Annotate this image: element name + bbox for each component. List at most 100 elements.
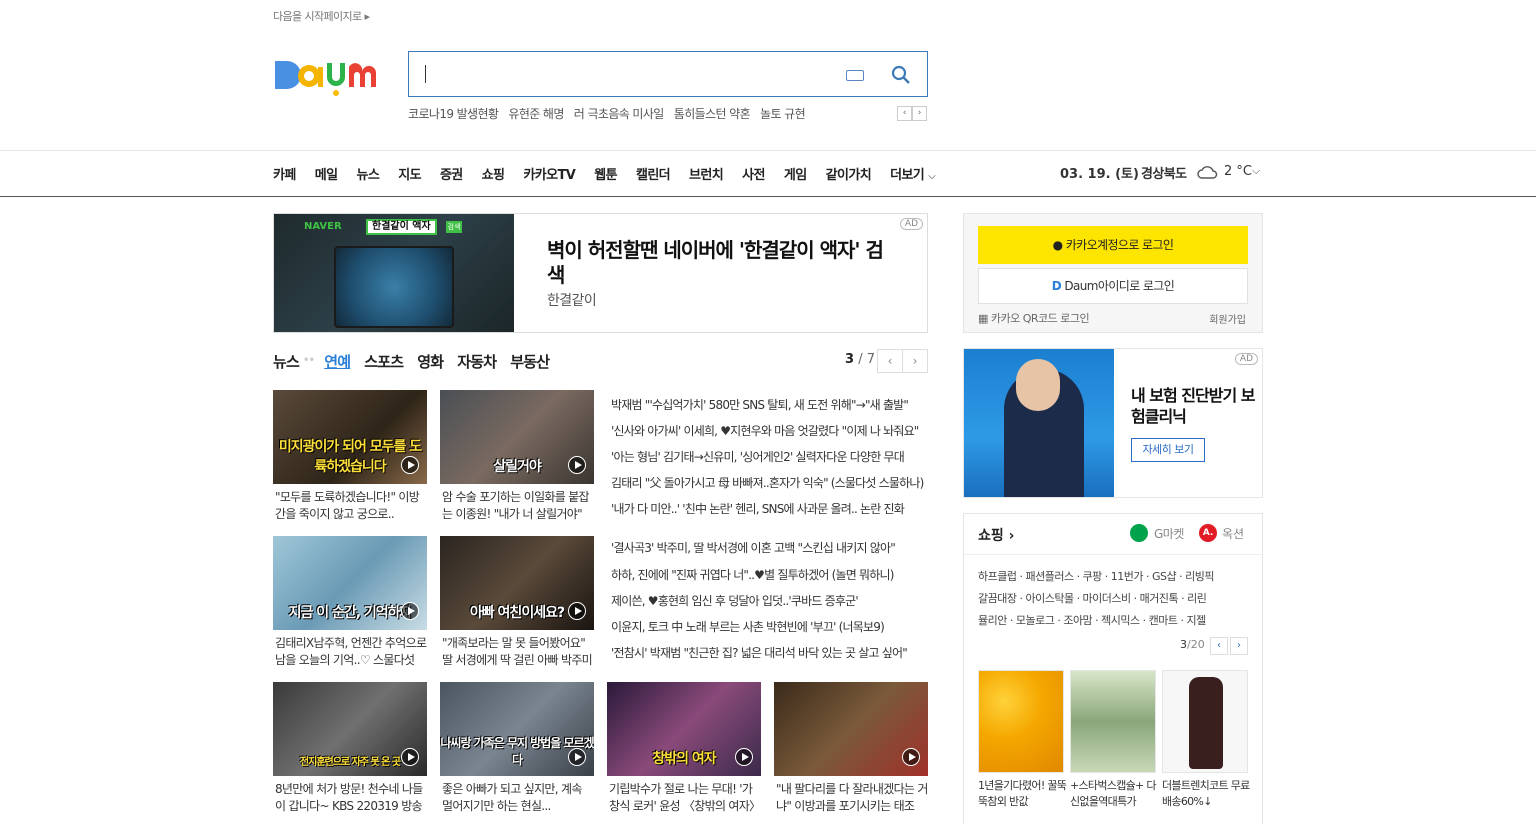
nav-calendar[interactable]: 캘린더 — [636, 164, 671, 183]
side-ad[interactable]: 내 보험 진단받기 보험클리닉 자세히 보기 AD — [963, 348, 1263, 498]
shopping-title[interactable]: 쇼핑 › — [978, 525, 1014, 545]
headline-link[interactable]: 이윤지, 토크 中 노래 부르는 사촌 박현빈에 '부끄' (너목보9) — [611, 618, 927, 635]
ad-title: 내 보험 진단받기 보험클리닉 — [1131, 386, 1255, 426]
nav-dictionary[interactable]: 사전 — [742, 164, 765, 183]
nav-map[interactable]: 지도 — [398, 164, 421, 183]
nav-stock[interactable]: 증권 — [440, 164, 463, 183]
news-thumb-title[interactable]: 좋은 아빠가 되고 싶지만, 계속 멀어지기만 하는 현실... — [442, 781, 594, 815]
daum-logo[interactable] — [273, 49, 389, 99]
nav-kakaotv[interactable]: 카카오TV — [523, 164, 575, 183]
gmarket-icon — [1130, 524, 1148, 542]
headline-link[interactable]: '내가 다 미안..' '친中 논란' 헨리, SNS에 사과문 올려.. 논란… — [611, 500, 927, 517]
headline-link[interactable]: 제이쓴, ♥홍현희 임신 후 덩달아 입덧..'쿠바드 증후군' — [611, 592, 927, 609]
tab-movie[interactable]: 영화 — [417, 351, 444, 372]
nav-mail[interactable]: 메일 — [315, 164, 338, 183]
start-page-link[interactable]: 다음을 시작페이지로 ▸ — [273, 8, 370, 24]
news-thumbnail[interactable]: 아빠 여친이세요? — [440, 536, 594, 630]
headline-link[interactable]: 박재범 "'수십억가치' 580만 SNS 탈퇴, 새 도전 위해"→"새 출발… — [611, 396, 927, 413]
headline-link[interactable]: '신사와 아가씨' 이세희, ♥지현우와 마음 엇갈렸다 "이제 나 놔줘요" — [611, 422, 927, 439]
trending-prev-button[interactable]: ‹ — [897, 106, 912, 121]
daum-login-button[interactable]: D Daum아이디로 로그인 — [978, 268, 1248, 304]
nav-together[interactable]: 같이가치 — [826, 164, 872, 183]
shop-pager: 3/20 — [1180, 638, 1205, 651]
tab-realestate[interactable]: 부동산 — [510, 351, 550, 372]
news-thumb-title[interactable]: 기립박수가 절로 나는 무대! '가창식 로커' 윤성 〈창밖의 여자〉 — [609, 781, 761, 815]
trending-item[interactable]: 유현준 해명 — [508, 105, 564, 122]
nav-brunch[interactable]: 브런치 — [689, 164, 724, 183]
news-pager: 3 / 7 — [845, 352, 875, 367]
tab-news[interactable]: 뉴스 — [273, 351, 300, 372]
shop-next-button[interactable]: › — [1230, 637, 1248, 655]
gmarket-link[interactable]: G마켓 — [1154, 525, 1184, 542]
news-thumbnail[interactable]: 지금 이 순간, 기억하자 — [273, 536, 427, 630]
headline-link[interactable]: '전참시' 박재범 "친근한 집? 넓은 대리석 바닥 있는 곳 살고 싶어" — [611, 644, 927, 661]
weather-region[interactable]: 경상북도 — [1141, 163, 1187, 182]
ad-badge: AD — [899, 218, 923, 230]
shop-links[interactable]: 뮬리안 · 모놀로그 · 조아맘 · 젝시믹스 · 캔마트 · 지젤 — [978, 612, 1250, 628]
headline-link[interactable]: '결사곡3' 박주미, 딸 박서경에 이혼 고백 "스킨십 내키지 않아" — [611, 539, 927, 556]
play-icon — [902, 748, 920, 766]
nav-webtoon[interactable]: 웹툰 — [594, 164, 617, 183]
search-icon[interactable] — [891, 65, 911, 85]
shop-product-image[interactable] — [978, 670, 1064, 773]
headline-link[interactable]: '아는 형님' 김기태→신유미, '싱어게인2' 실력자다운 다양한 무대 — [611, 448, 927, 465]
auction-link[interactable]: 옥션 — [1222, 525, 1244, 542]
kakao-login-button[interactable]: ● 카카오계정으로 로그인 — [978, 226, 1248, 264]
trending-item[interactable]: 톰히들스턴 약혼 — [674, 105, 751, 122]
nav-news[interactable]: 뉴스 — [356, 164, 379, 183]
ad-detail-button[interactable]: 자세히 보기 — [1131, 438, 1205, 462]
fish-artwork-image — [334, 246, 454, 328]
global-nav: 카페 메일 뉴스 지도 증권 쇼핑 카카오TV 웹툰 캘린더 브런치 사전 게임… — [273, 164, 936, 183]
shop-product-title[interactable]: 더블트렌치코트 무료배송60%↓ — [1162, 778, 1252, 810]
shop-product-image[interactable] — [1162, 670, 1248, 773]
shop-prev-button[interactable]: ‹ — [1210, 637, 1228, 655]
news-thumb-title[interactable]: 8년만에 처가 방문! 천수네 나들이 갑니다~ KBS 220319 방송 — [275, 781, 427, 815]
news-thumbnail[interactable]: 살릴거야 — [440, 390, 594, 484]
news-thumb-title[interactable]: 김태리X남주혁, 언젠간 추억으로 남을 오늘의 기억..♡ 스물다섯 — [275, 635, 427, 669]
news-thumb-title[interactable]: "모두를 도륙하겠습니다!" 이방간을 죽이지 않고 궁으로.. — [275, 489, 427, 523]
divider — [964, 554, 1262, 555]
tab-sports[interactable]: 스포츠 — [364, 351, 404, 372]
chevron-right-icon: › — [1008, 528, 1015, 544]
trending-next-button[interactable]: › — [912, 106, 927, 121]
nav-more[interactable]: 더보기 ⌵ — [890, 164, 936, 183]
signup-link[interactable]: 회원가입 — [1209, 311, 1246, 326]
shop-links[interactable]: 갈끔대장 · 아이스탁몰 · 마이더스비 · 매거진톡 · 리린 — [978, 590, 1250, 606]
search-box[interactable] — [408, 51, 928, 97]
start-page-label: 다음을 시작페이지로 — [273, 10, 362, 23]
chevron-down-icon: ⌵ — [928, 171, 936, 182]
news-prev-button[interactable]: ‹ — [877, 349, 903, 373]
news-thumbnail[interactable]: 전지훈련으로 자주 못 온 곳 — [273, 682, 427, 776]
tab-auto[interactable]: 자동차 — [457, 351, 497, 372]
news-thumbnail[interactable] — [774, 682, 928, 776]
trending-item[interactable]: 놀토 규현 — [760, 105, 806, 122]
headline-link[interactable]: 김태리 "父 돌아가시고 母 바빠져..혼자가 익숙" (스물다섯 스물하나) — [611, 474, 927, 491]
ad-title: 벽이 허전할땐 네이버에 '한결같이 액자' 검색 — [547, 238, 884, 287]
shop-links[interactable]: 하프클럽 · 패션플러스 · 쿠팡 · 11번가 · GS샵 · 리빙픽 — [978, 568, 1250, 584]
nav-shopping[interactable]: 쇼핑 — [482, 164, 505, 183]
nav-cafe[interactable]: 카페 — [273, 164, 296, 183]
trending-item[interactable]: 코로나19 발생현황 — [408, 105, 499, 122]
shop-product-title[interactable]: 1년을기다렸어! 꿀뚝뚝참외 반값 — [978, 778, 1068, 810]
tab-entertainment[interactable]: 연예 — [324, 351, 351, 372]
ad-search-term: 한결같이 액자 — [366, 219, 437, 235]
qr-login-link[interactable]: ▦ 카카오 QR코드 로그인 — [978, 310, 1090, 326]
news-thumbnail[interactable]: 창밖의 여자 — [607, 682, 761, 776]
news-thumb-title[interactable]: "개족보라는 말 못 들어봤어요" 딸 서경에게 딱 걸린 아빠 박주미 — [442, 635, 594, 669]
trending-item[interactable]: 러 극초음속 미사일 — [574, 105, 665, 122]
chevron-down-icon[interactable]: ⌵ — [1252, 164, 1260, 178]
gnb-divider — [0, 150, 1536, 151]
news-thumbnail[interactable]: 나씨랑 가족은 무지 방법을 모르겠다 — [440, 682, 594, 776]
news-thumb-title[interactable]: "내 팔다리를 다 잘라내겠다는 거냐" 이방과를 포기시키는 태조 — [776, 781, 928, 815]
headline-link[interactable]: 하하, 진에에 "진짜 귀엽다 너"..♥별 질투하겠어 (놀면 뭐하니) — [611, 566, 927, 583]
play-icon — [735, 748, 753, 766]
news-next-button[interactable]: › — [902, 349, 928, 373]
play-icon — [568, 456, 586, 474]
news-thumbnail[interactable]: 미지광이가 되어 모두를 도륙하겠습니다 — [273, 390, 427, 484]
shop-product-image[interactable] — [1070, 670, 1156, 773]
news-thumb-title[interactable]: 암 수술 포기하는 이일화를 붙잡는 이종원! "내가 너 살릴거야" — [442, 489, 594, 523]
banner-ad[interactable]: NAVER 한결같이 액자 검색 벽이 허전할땐 네이버에 '한결같이 액자' … — [273, 213, 928, 333]
nav-game[interactable]: 게임 — [784, 164, 807, 183]
shop-product-title[interactable]: +스타벅스캡슐+ 다신없을역대특가 — [1070, 778, 1160, 810]
keyboard-icon[interactable] — [846, 70, 864, 81]
